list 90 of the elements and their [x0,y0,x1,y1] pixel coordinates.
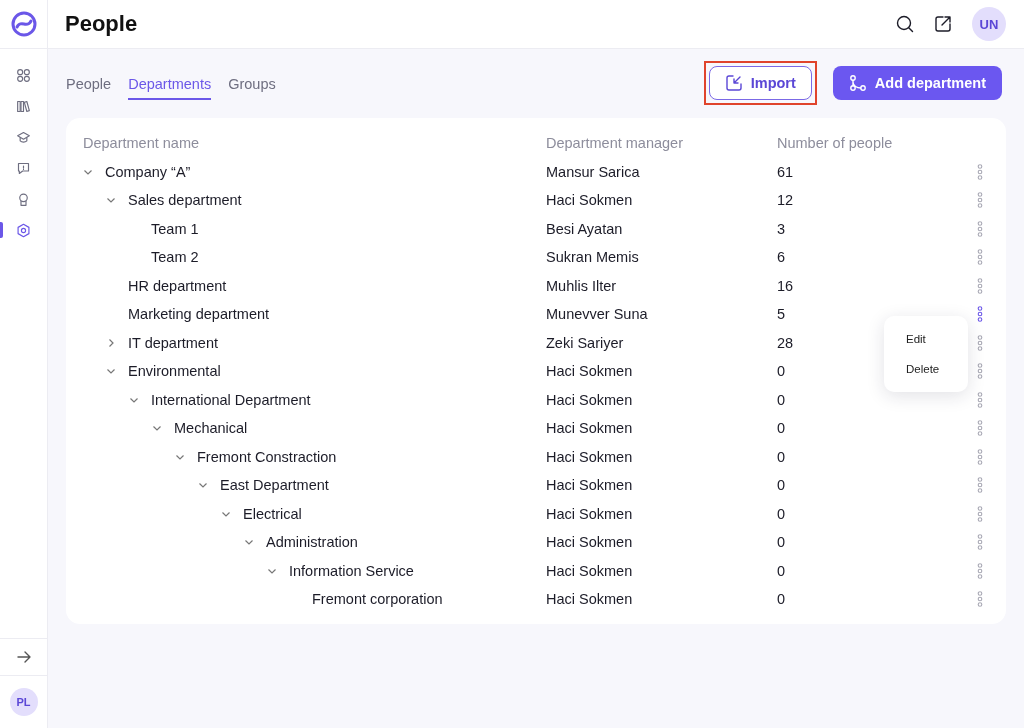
manager-name: Zeki Sariyer [546,334,624,351]
people-count: 0 [777,363,786,380]
manager-name: Mansur Sarica [546,163,640,180]
external-link-icon[interactable] [934,15,952,33]
logo-icon[interactable] [10,11,37,37]
people-count: 28 [777,334,794,351]
more-options-icon[interactable] [977,562,983,579]
department-name: Marketing department [128,306,270,323]
more-options-icon[interactable] [977,420,983,437]
arrow-right-icon[interactable] [16,651,31,663]
tab[interactable]: People [66,70,112,100]
grid-icon[interactable] [16,67,31,83]
chat-question-icon[interactable] [16,160,31,176]
people-count: 0 [777,477,786,494]
more-options-icon[interactable] [977,534,983,551]
more-options-icon[interactable] [977,591,983,608]
manager-name: Besi Ayatan [546,220,623,237]
import-button[interactable]: Import [708,66,812,100]
menu-item[interactable]: Delete [884,354,968,384]
more-options-icon[interactable] [977,391,983,408]
more-options-icon[interactable] [977,249,983,266]
award-icon[interactable] [16,191,31,207]
department-name: International Department [151,391,311,408]
people-count: 12 [777,192,794,209]
chevron-right-icon[interactable] [106,337,116,348]
people-count: 0 [777,505,786,522]
manager-name: Haci Sokmen [546,477,633,494]
settings-icon[interactable] [16,222,31,238]
department-name: Information Service [289,562,414,579]
graduation-cap-icon[interactable] [16,129,31,145]
column-header: Department name [83,135,200,152]
more-options-icon[interactable] [977,192,983,209]
tab[interactable]: Groups [228,70,276,100]
people-count: 0 [777,534,786,551]
manager-name: Haci Sokmen [546,420,633,437]
department-name: Environmental [128,363,221,380]
department-name: Team 2 [151,249,199,266]
manager-name: Munevver Suna [546,306,648,323]
column-header: Number of people [777,135,893,152]
manager-name: Haci Sokmen [546,192,633,209]
branch-icon [848,74,867,92]
people-count: 6 [777,249,786,266]
add-department-button[interactable]: Add department [832,66,1002,100]
department-name: Team 1 [151,220,199,237]
people-count: 0 [777,591,786,608]
department-name: HR department [128,277,227,294]
department-name: Company “A” [105,163,191,180]
people-count: 0 [777,562,786,579]
more-options-icon[interactable] [977,277,983,294]
manager-name: Haci Sokmen [546,562,633,579]
more-options-icon[interactable] [977,477,983,494]
people-count: 3 [777,220,786,237]
more-options-icon[interactable] [977,448,983,465]
manager-name: Haci Sokmen [546,391,633,408]
more-options-icon[interactable] [977,220,983,237]
more-options-icon[interactable] [977,306,983,323]
department-name: East Department [220,477,329,494]
people-count: 0 [777,448,786,465]
manager-name: Haci Sokmen [546,591,633,608]
department-name: Fremont corporation [312,591,443,608]
manager-name: Haci Sokmen [546,448,633,465]
more-options-icon[interactable] [977,363,983,380]
search-icon[interactable] [896,15,914,33]
tab[interactable]: Departments [128,70,212,100]
page-title: People [65,11,139,37]
people-count: 5 [777,306,786,323]
manager-name: Haci Sokmen [546,363,633,380]
import-icon [724,74,743,92]
people-count: 0 [777,420,786,437]
people-count: 0 [777,391,786,408]
department-name: Sales department [128,192,242,209]
people-count: 16 [777,277,794,294]
user-avatar[interactable]: PL [9,688,38,716]
manager-name: Muhlis Ilter [546,277,617,294]
column-header: Department manager [546,135,683,152]
manager-name: Haci Sokmen [546,505,633,522]
menu-item[interactable]: Edit [884,324,968,354]
department-name: Electrical [243,505,302,522]
more-options-icon[interactable] [977,505,983,522]
department-name: Administration [266,534,358,551]
manager-name: Haci Sokmen [546,534,633,551]
user-avatar[interactable]: UN [972,7,1006,41]
people-count: 61 [777,163,794,180]
more-options-icon[interactable] [977,163,983,180]
department-name: IT department [128,334,218,351]
department-name: Fremont Constraction [197,448,337,465]
books-icon[interactable] [16,98,31,114]
department-name: Mechanical [174,420,248,437]
more-options-icon[interactable] [977,334,983,351]
manager-name: Sukran Memis [546,249,639,266]
